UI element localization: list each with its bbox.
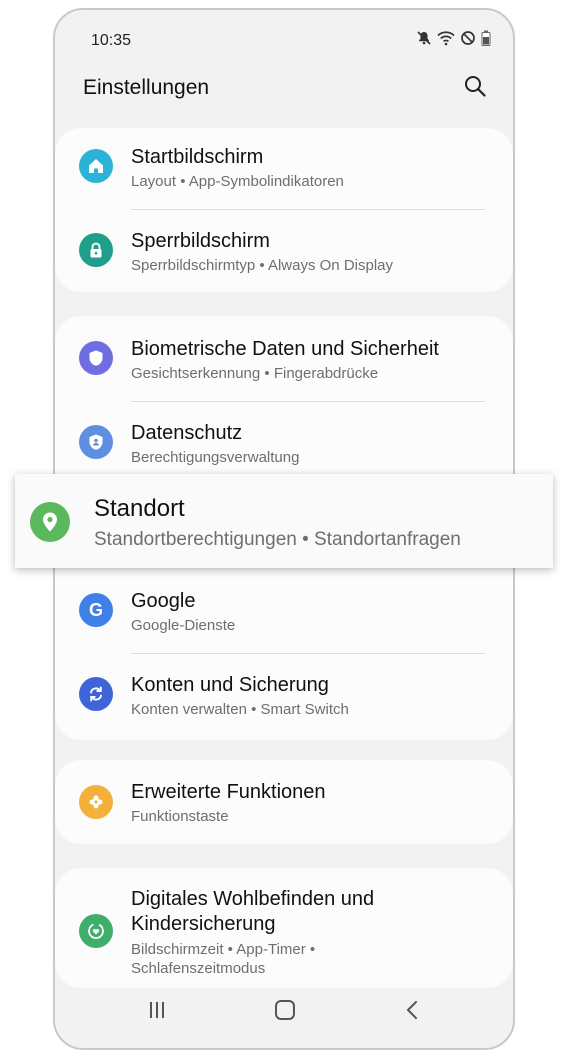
search-icon xyxy=(464,75,486,102)
settings-item-title: Digitales Wohlbefinden und xyxy=(131,888,375,910)
settings-group-wellbeing: Digitales Wohlbefinden und Kindersicheru… xyxy=(55,868,513,988)
sync-icon xyxy=(79,677,113,711)
page-title: Einstellungen xyxy=(83,76,210,99)
mute-icon xyxy=(416,30,432,46)
settings-item-google[interactable]: G Google Google-Dienste xyxy=(55,570,513,654)
settings-item-subtitle: Funktionstaste xyxy=(131,808,229,825)
settings-item-subtitle: Google-Dienste xyxy=(131,617,236,634)
home-button[interactable] xyxy=(271,998,299,1026)
shield-icon xyxy=(79,341,113,375)
settings-item-advanced-features[interactable]: Erweiterte Funktionen Funktionstaste xyxy=(55,760,513,844)
settings-item-subtitle: Konten verwalten • Smart Switch xyxy=(131,701,349,718)
settings-item-subtitle: Layout • App-Symbolindikatoren xyxy=(131,173,344,190)
settings-item-subtitle: Gesichtserkennung • Fingerabdrücke xyxy=(131,365,379,382)
settings-item-title: Sperrbildschirm xyxy=(131,230,270,252)
google-icon: G xyxy=(79,593,113,627)
recents-icon xyxy=(147,1000,167,1025)
home-button-icon xyxy=(274,999,296,1026)
settings-item-title: Google xyxy=(131,590,196,612)
search-button[interactable] xyxy=(461,74,489,102)
home-icon xyxy=(79,149,113,183)
settings-item-wellbeing[interactable]: Digitales Wohlbefinden und Kindersicheru… xyxy=(55,868,513,988)
settings-group-advanced: Erweiterte Funktionen Funktionstaste xyxy=(55,760,513,844)
settings-item-home-screen[interactable]: Startbildschirm Layout • App-Symbolindik… xyxy=(55,128,513,212)
location-pin-icon xyxy=(30,502,70,542)
recents-button[interactable] xyxy=(143,998,171,1026)
settings-item-title: Startbildschirm xyxy=(131,146,264,168)
battery-icon xyxy=(481,30,491,46)
settings-item-subtitle: Berechtigungsverwaltung xyxy=(131,449,300,466)
settings-item-title-line2: Kindersicherung xyxy=(131,913,276,935)
settings-item-title: Standort xyxy=(94,495,185,522)
lock-icon xyxy=(79,233,113,267)
back-button[interactable] xyxy=(399,998,427,1026)
settings-item-biometrics[interactable]: Biometrische Daten und Sicherheit Gesich… xyxy=(55,316,513,400)
puzzle-icon xyxy=(79,785,113,819)
navigation-bar xyxy=(55,974,513,1048)
settings-item-accounts[interactable]: Konten und Sicherung Konten verwalten • … xyxy=(55,654,513,738)
settings-item-title: Biometrische Daten und Sicherheit xyxy=(131,338,439,360)
status-icons xyxy=(416,30,491,46)
settings-item-subtitle: Bildschirmzeit • App-Timer • xyxy=(131,941,316,958)
privacy-icon xyxy=(79,425,113,459)
settings-item-subtitle: Standortberechtigungen • Standortanfrage… xyxy=(94,529,461,550)
settings-item-title: Erweiterte Funktionen xyxy=(131,781,326,803)
status-time: 10:35 xyxy=(91,32,132,49)
settings-item-title: Konten und Sicherung xyxy=(131,674,329,696)
settings-item-subtitle: Sperrbildschirmtyp • Always On Display xyxy=(131,257,394,274)
wifi-icon xyxy=(437,30,455,46)
settings-item-location[interactable]: Standort Standortberechtigungen • Stando… xyxy=(15,474,553,568)
settings-group-display: Startbildschirm Layout • App-Symbolindik… xyxy=(55,128,513,292)
wellbeing-icon xyxy=(79,914,113,948)
settings-item-title: Datenschutz xyxy=(131,422,243,444)
do-not-disturb-icon xyxy=(460,30,476,46)
back-icon xyxy=(403,1000,423,1025)
settings-item-lock-screen[interactable]: Sperrbildschirm Sperrbildschirmtyp • Alw… xyxy=(55,210,513,294)
